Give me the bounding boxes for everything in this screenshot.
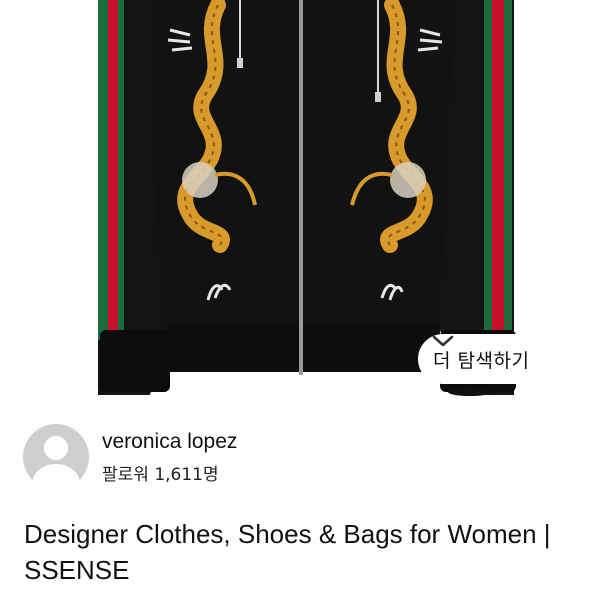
pin-author[interactable]: veronica lopez 팔로워 1,611명 <box>23 424 237 490</box>
pin-image[interactable]: 더 탐색하기 <box>0 0 604 404</box>
explore-more-button[interactable]: 더 탐색하기 <box>418 334 604 384</box>
pin-title: Designer Clothes, Shoes & Bags for Women… <box>24 519 551 585</box>
chevron-down-icon <box>432 335 454 347</box>
author-follower-count: 팔로워 1,611명 <box>102 464 219 485</box>
author-info: veronica lopez 팔로워 1,611명 <box>102 430 237 485</box>
author-name[interactable]: veronica lopez <box>102 430 237 454</box>
default-user-avatar-icon[interactable] <box>23 424 89 490</box>
explore-more-label: 더 탐색하기 <box>433 349 530 372</box>
